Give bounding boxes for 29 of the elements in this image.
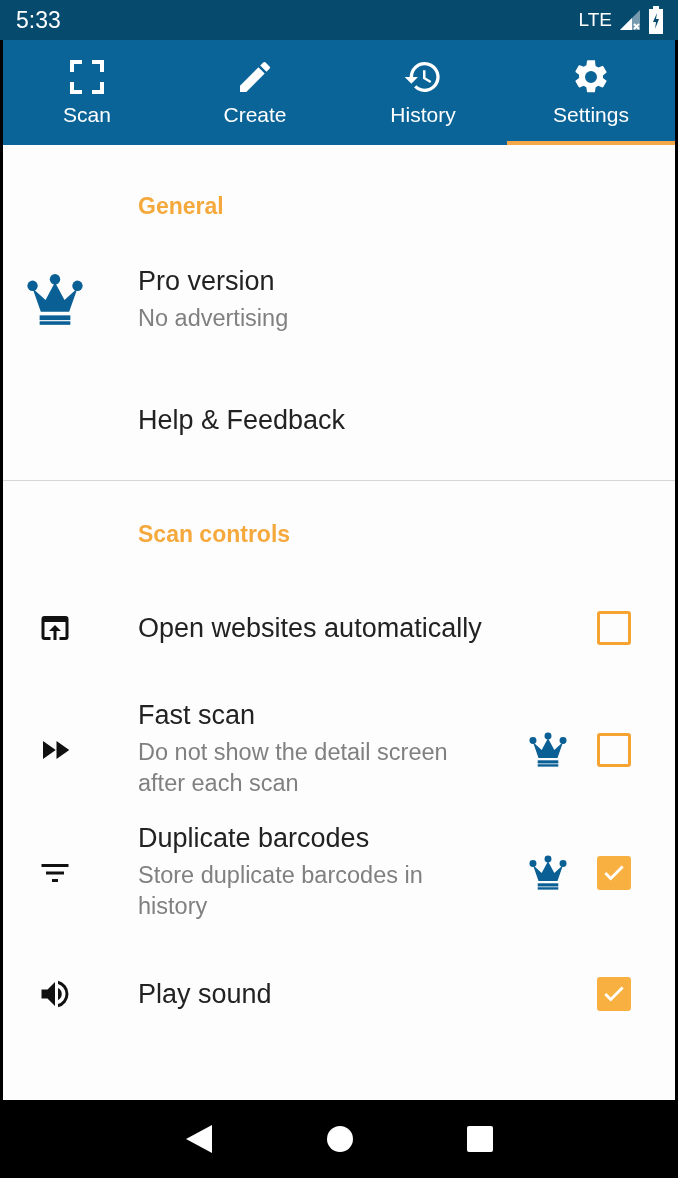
- battery-charging-icon: [648, 6, 664, 34]
- checkbox[interactable]: [597, 611, 631, 645]
- setting-title[interactable]: Play sound: [138, 978, 499, 1010]
- setting-title[interactable]: Pro version: [138, 266, 675, 297]
- crown-icon: [25, 274, 84, 326]
- tab[interactable]: Scan: [3, 40, 171, 145]
- home-icon[interactable]: [326, 1125, 354, 1153]
- crown-icon: [529, 854, 567, 891]
- checkbox[interactable]: [597, 732, 631, 767]
- back-icon[interactable]: [184, 1123, 214, 1155]
- setting-title[interactable]: Open websites automatically: [138, 612, 499, 644]
- network-type: LTE: [578, 9, 612, 31]
- tab[interactable]: Create: [171, 40, 339, 145]
- section-header: Scan controls: [138, 521, 292, 548]
- setting-summary: Do not show the detail screen after each scan: [138, 738, 449, 798]
- scan-frame-icon: [67, 57, 107, 97]
- setting-title[interactable]: Duplicate barcodes: [138, 823, 499, 854]
- signal-icon: [618, 8, 642, 32]
- section-header: General: [138, 193, 225, 220]
- checkbox[interactable]: [597, 977, 631, 1011]
- setting-summary: No advertising: [138, 304, 290, 333]
- recents-icon[interactable]: [466, 1125, 494, 1153]
- status-time: 5:33: [16, 6, 61, 34]
- tab[interactable]: History: [339, 40, 507, 145]
- crown-icon: [529, 731, 567, 768]
- setting-title[interactable]: Help & Feedback: [138, 404, 675, 436]
- setting-summary: Store duplicate barcodes in history: [138, 861, 424, 921]
- checkbox[interactable]: [597, 855, 631, 890]
- setting-title[interactable]: Fast scan: [138, 700, 499, 731]
